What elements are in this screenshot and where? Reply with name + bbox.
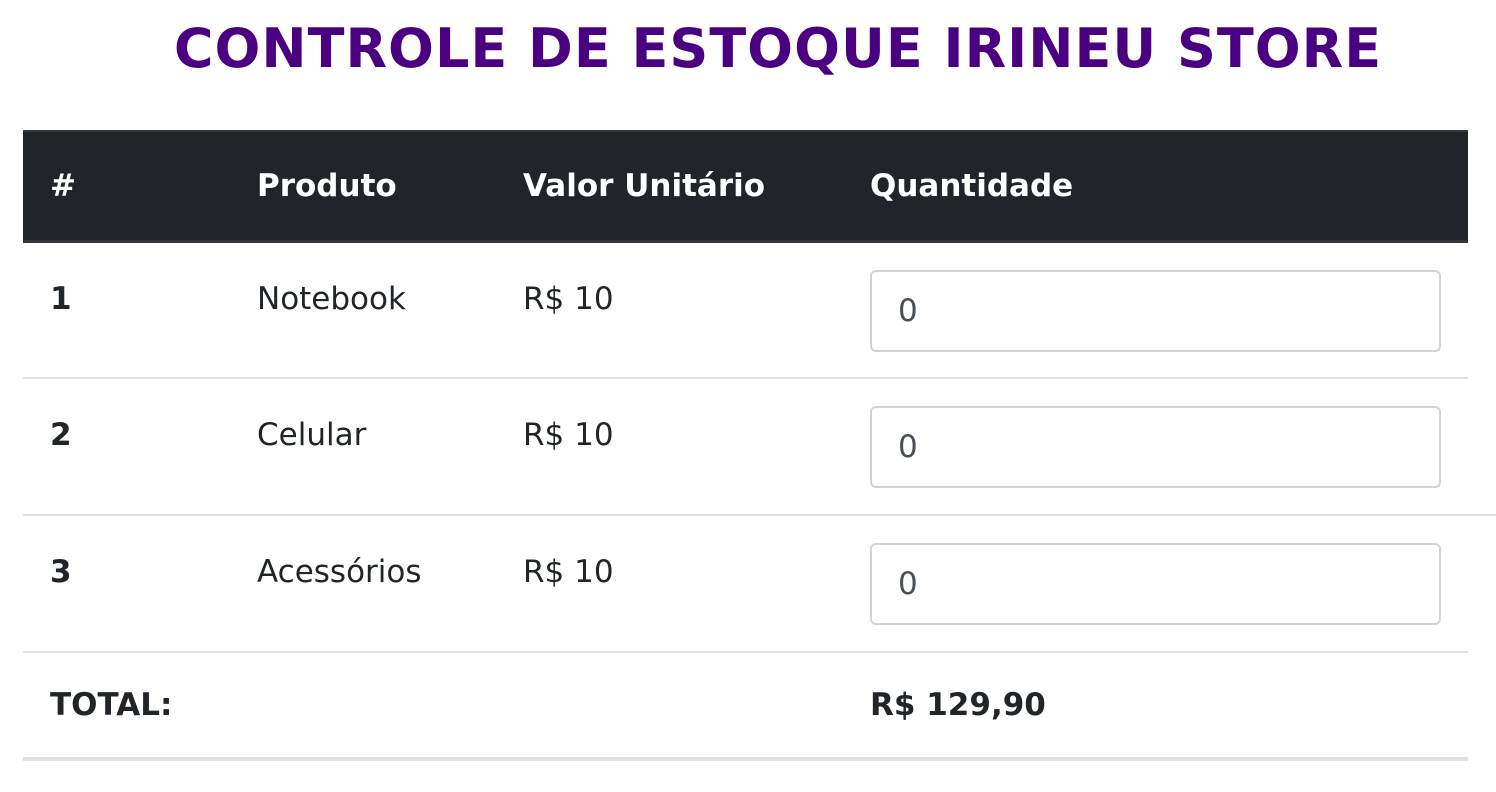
column-header-quantity: Quantidade: [843, 130, 1468, 243]
row-quantity-cell: [843, 515, 1468, 652]
table-body: 1 Notebook R$ 10 2 Celular R$ 10 3 Acess…: [23, 241, 1468, 759]
table-row: 2 Celular R$ 10: [23, 378, 1468, 515]
row-product: Notebook: [257, 280, 406, 317]
row-divider: [1468, 514, 1496, 516]
row-product: Acessórios: [257, 554, 422, 590]
table-row: 1 Notebook R$ 10: [23, 241, 1468, 378]
row-unit-price: R$ 10: [523, 280, 614, 317]
row-id: 1: [50, 280, 72, 317]
quantity-input-celular[interactable]: [870, 406, 1441, 488]
total-value: R$ 129,90: [870, 687, 1046, 723]
total-row: TOTAL: R$ 129,90: [23, 652, 1468, 759]
total-label: TOTAL:: [50, 687, 173, 723]
column-header-id: #: [23, 130, 230, 243]
quantity-input-notebook[interactable]: [870, 269, 1441, 352]
stock-table: # Produto Valor Unitário Quantidade 1 No…: [23, 130, 1468, 761]
row-quantity-cell: [843, 241, 1468, 378]
row-unit-price: R$ 10: [523, 554, 614, 590]
row-id: 3: [50, 554, 72, 590]
table-header: # Produto Valor Unitário Quantidade: [23, 130, 1468, 243]
quantity-input-acessorios[interactable]: [870, 543, 1441, 625]
table-header-row: # Produto Valor Unitário Quantidade: [23, 130, 1468, 243]
page-title: CONTROLE DE ESTOQUE IRINEU STORE: [173, 17, 1383, 80]
column-header-product: Produto: [230, 130, 496, 243]
row-unit-price: R$ 10: [523, 417, 614, 453]
table-row: 3 Acessórios R$ 10: [23, 515, 1468, 652]
column-header-unit-price: Valor Unitário: [496, 130, 843, 243]
row-id: 2: [50, 417, 72, 453]
row-quantity-cell: [843, 378, 1468, 515]
row-product: Celular: [257, 417, 367, 453]
